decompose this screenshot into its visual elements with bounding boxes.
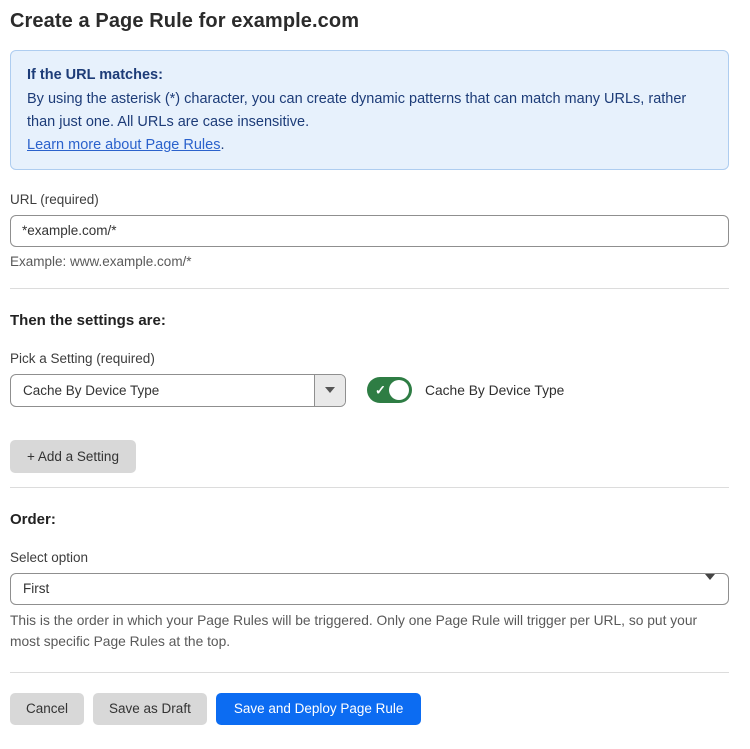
link-period: . [220,137,224,153]
toggle-label: Cache By Device Type [425,383,564,398]
divider [10,288,729,289]
setting-dropdown-arrow-button[interactable] [314,375,345,406]
setting-toggle-group: ✓ Cache By Device Type [367,377,564,403]
order-helper-text: This is the order in which your Page Rul… [10,611,729,653]
page-title: Create a Page Rule for example.com [10,10,729,33]
setting-dropdown[interactable]: Cache By Device Type [10,374,346,407]
order-select[interactable]: First [10,573,729,605]
divider [10,487,729,488]
chevron-down-icon [705,580,715,598]
order-select-value: First [11,574,728,604]
url-input[interactable] [10,215,729,247]
url-field-label: URL (required) [10,192,729,207]
add-setting-button[interactable]: + Add a Setting [10,440,136,474]
page-rule-form: Create a Page Rule for example.com If th… [0,0,750,749]
pick-setting-label: Pick a Setting (required) [10,351,729,366]
url-match-info-box: If the URL matches: By using the asteris… [10,50,729,170]
save-and-deploy-button[interactable]: Save and Deploy Page Rule [216,693,422,725]
toggle-knob [389,380,409,400]
info-box-link-line: Learn more about Page Rules. [27,134,712,157]
settings-section-heading: Then the settings are: [10,312,729,329]
info-box-heading: If the URL matches: [27,64,712,87]
cancel-button[interactable]: Cancel [10,693,84,725]
order-section-heading: Order: [10,511,729,528]
save-as-draft-button[interactable]: Save as Draft [93,693,207,725]
learn-more-link[interactable]: Learn more about Page Rules [27,137,220,153]
url-example-helper: Example: www.example.com/* [10,254,729,269]
select-option-label: Select option [10,550,729,565]
setting-row: Cache By Device Type ✓ Cache By Device T… [10,374,729,407]
chevron-down-icon [325,387,335,393]
setting-dropdown-value: Cache By Device Type [11,375,314,406]
check-icon: ✓ [375,384,386,397]
divider [10,672,729,673]
info-box-body: By using the asterisk (*) character, you… [27,88,712,134]
footer-actions: Cancel Save as Draft Save and Deploy Pag… [10,693,729,725]
cache-by-device-type-toggle[interactable]: ✓ [367,377,412,403]
